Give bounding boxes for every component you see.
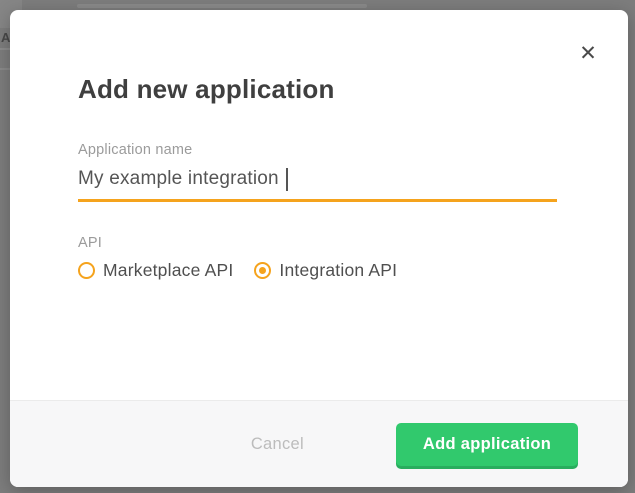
- application-name-label: Application name: [78, 142, 557, 158]
- api-label: API: [78, 235, 557, 251]
- api-radio-row: Marketplace API Integration API: [78, 260, 557, 281]
- modal-title: Add new application: [78, 74, 557, 105]
- close-button[interactable]: ✕: [574, 40, 602, 68]
- modal-footer: Cancel Add application: [10, 400, 628, 487]
- radio-option-integration-api[interactable]: Integration API: [254, 260, 397, 281]
- add-application-button[interactable]: Add application: [396, 423, 578, 466]
- close-icon: ✕: [579, 42, 597, 65]
- modal-body: Add new application Application name API…: [10, 10, 628, 400]
- radio-option-label: Marketplace API: [103, 260, 233, 281]
- background-page-fragment: [77, 4, 367, 8]
- radio-selected-icon: [254, 262, 271, 279]
- radio-unselected-icon: [78, 262, 95, 279]
- application-name-input[interactable]: [78, 168, 557, 202]
- cancel-button[interactable]: Cancel: [251, 435, 304, 454]
- text-caret: [286, 168, 288, 191]
- background-page-fragment: [0, 48, 10, 50]
- application-name-field: Application name: [78, 142, 557, 202]
- api-radio-group: API Marketplace API Integration API: [78, 235, 557, 281]
- application-name-input-wrap: [78, 168, 557, 202]
- add-application-modal: ✕ Add new application Application name A…: [10, 10, 628, 487]
- background-page-fragment: [0, 68, 10, 70]
- radio-option-marketplace-api[interactable]: Marketplace API: [78, 260, 233, 281]
- radio-option-label: Integration API: [279, 260, 397, 281]
- background-page-text: A: [1, 30, 10, 45]
